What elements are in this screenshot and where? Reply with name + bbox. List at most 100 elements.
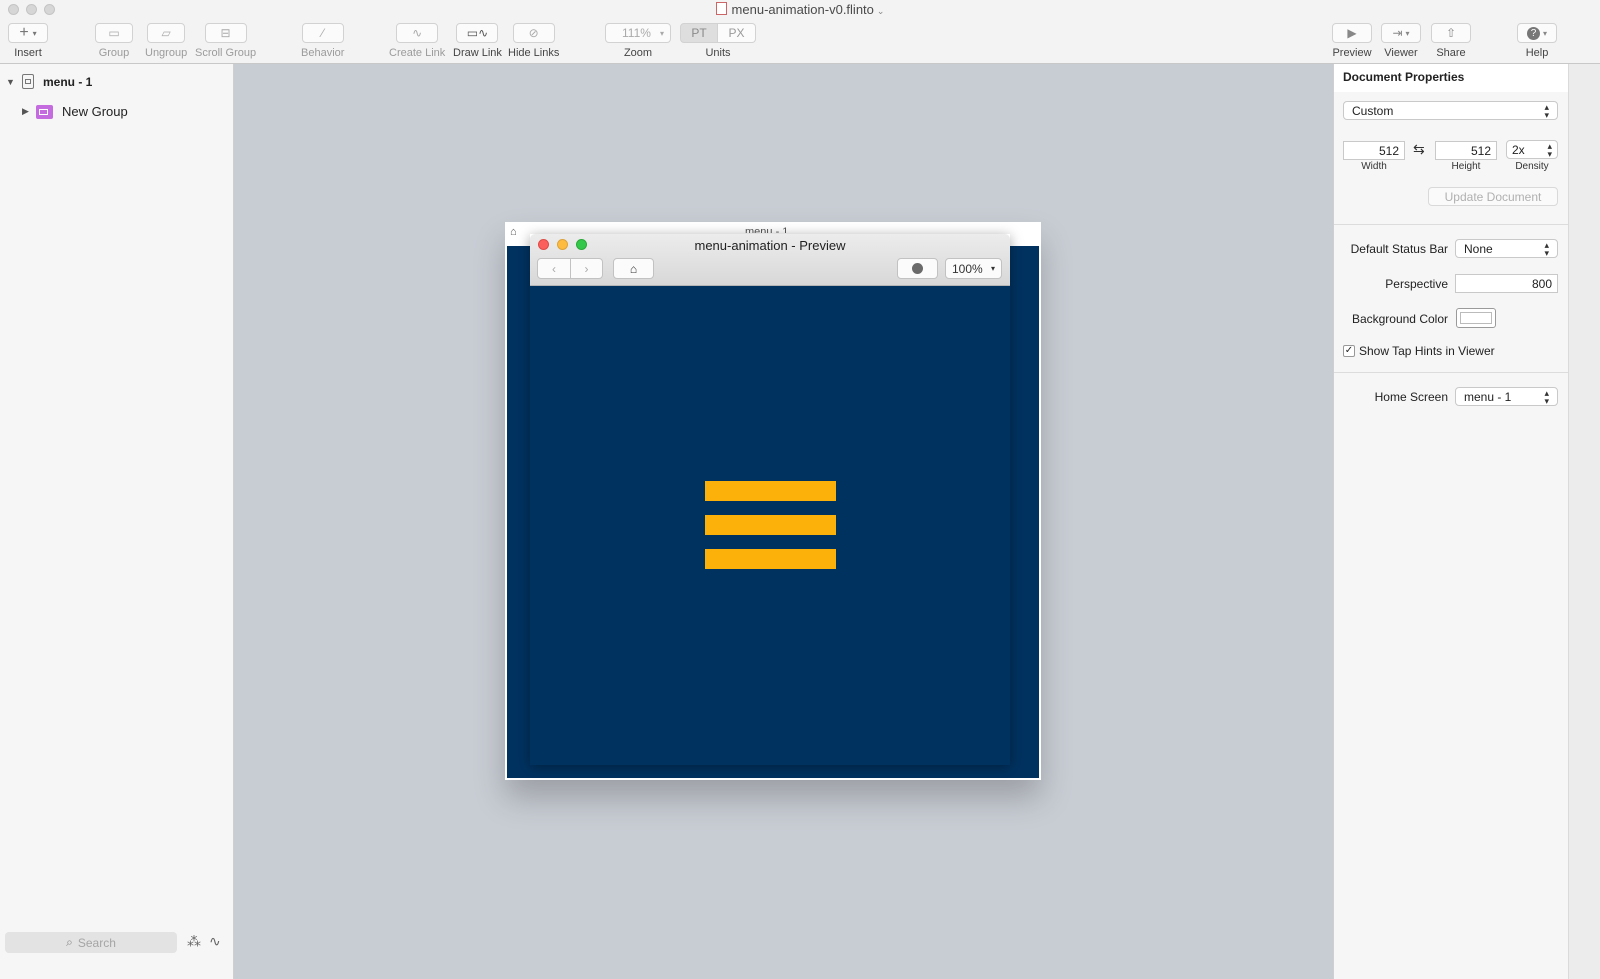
hide-links-button[interactable]: ⊘ [512, 23, 555, 43]
layer-search-input[interactable]: ⌕ Search [5, 932, 177, 953]
viewer-tool[interactable]: ⇥ ▾ Viewer [1381, 23, 1421, 59]
units-px-button[interactable]: PX [718, 23, 756, 43]
preview-back-button[interactable]: ‹ [537, 258, 571, 279]
home-screen-icon: ⌂ [510, 226, 517, 238]
eye-off-icon: ⊘ [528, 26, 539, 40]
disclosure-closed-icon[interactable]: ▶ [22, 106, 34, 117]
preview-forward-button[interactable]: › [570, 258, 603, 279]
zoom-tool[interactable]: 111% ▾ Zoom [605, 23, 671, 59]
share-icon: ⇧ [1445, 26, 1457, 40]
behavior-tool[interactable]: ⁄ Behavior [301, 23, 344, 59]
toolbar: menu-animation-v0.flinto ⌄ + ▾ Insert ▭ Gr… [0, 0, 1600, 64]
units-pt-button[interactable]: PT [680, 23, 718, 43]
chevron-down-icon: ▾ [659, 28, 664, 38]
width-field[interactable]: 512 [1343, 141, 1405, 160]
share-button[interactable]: ⇧ [1431, 23, 1471, 43]
chevron-down-icon: ⌄ [876, 6, 885, 16]
preview-home-button[interactable]: ⌂ [613, 258, 654, 279]
chevron-right-icon: › [584, 261, 589, 276]
updown-arrows-icon: ▴ ▾ [1544, 101, 1549, 120]
share-tool[interactable]: ⇧ Share [1431, 23, 1471, 59]
folder-open-icon: ▱ [161, 26, 171, 40]
draw-link-button[interactable]: ▭∿ [456, 23, 499, 43]
insert-tool[interactable]: + ▾ Insert [8, 23, 48, 59]
updown-arrows-icon: ▴ ▾ [1544, 239, 1549, 258]
behavior-button[interactable]: ⁄ [301, 23, 344, 43]
ungroup-tool[interactable]: ▱ Ungroup [145, 23, 187, 59]
viewer-icon: ⇥ [1392, 26, 1403, 40]
draw-link-tool[interactable]: ▭∿ Draw Link [453, 23, 502, 59]
record-icon [912, 263, 923, 274]
home-icon: ⌂ [629, 261, 638, 276]
wand-icon[interactable]: ⁂ [187, 933, 201, 950]
artboard-name: menu - 1 [745, 226, 789, 233]
chevron-down-icon: ▾ [1542, 28, 1547, 38]
chevron-down-icon: ▾ [32, 28, 37, 38]
scroll-group-icon: ⊟ [220, 26, 231, 40]
create-link-tool[interactable]: ∿ Create Link [389, 23, 445, 59]
window-edge [1568, 64, 1600, 979]
link-icon: ∿ [412, 26, 423, 40]
search-icon: ⌕ [66, 935, 73, 949]
preview-tool[interactable]: ▶ Preview [1332, 23, 1372, 59]
preview-record-button[interactable] [897, 258, 938, 279]
device-preset-select[interactable]: Custom ▴ ▾ [1343, 101, 1558, 120]
update-document-button[interactable]: Update Document [1428, 187, 1558, 206]
folder-icon: ▭ [108, 26, 120, 40]
screen-icon [22, 74, 34, 89]
hamburger-bar-top[interactable] [705, 481, 836, 501]
help-icon: ? [1526, 26, 1540, 40]
layer-row-screen[interactable]: ▼ menu - 1 [6, 74, 92, 89]
updown-arrows-icon: ▴ ▾ [1547, 140, 1552, 159]
scroll-group-button[interactable]: ⊟ [204, 23, 247, 43]
units-segmented-control: PT PX [680, 23, 756, 43]
help-tool[interactable]: ? ▾ Help [1517, 23, 1557, 59]
home-screen-select[interactable]: menu - 1 ▴ ▾ [1455, 387, 1558, 406]
insert-button[interactable]: + ▾ [8, 23, 48, 43]
zoom-select[interactable]: 111% ▾ [605, 23, 671, 43]
chevron-down-icon: ▾ [990, 264, 995, 273]
status-bar-select[interactable]: None ▴ ▾ [1455, 239, 1558, 258]
help-button[interactable]: ? ▾ [1517, 23, 1557, 43]
units-tool: PT PX Units [680, 23, 756, 59]
preview-screen[interactable] [530, 286, 1010, 765]
tap-hints-checkbox[interactable]: ✓ [1343, 345, 1355, 357]
group-tool[interactable]: ▭ Group [95, 23, 133, 59]
hide-links-tool[interactable]: ⊘ Hide Links [508, 23, 559, 59]
plus-icon: + [19, 24, 29, 41]
preview-button[interactable]: ▶ [1332, 23, 1372, 43]
ungroup-button[interactable]: ▱ [147, 23, 186, 43]
disclosure-open-icon[interactable]: ▼ [6, 77, 18, 87]
preview-window: menu-animation - Preview ‹ › ⌂ 100% ▾ [530, 234, 1010, 765]
height-field[interactable]: 512 [1435, 141, 1497, 160]
preview-title: menu-animation - Preview [694, 238, 846, 253]
chevron-left-icon: ‹ [552, 261, 556, 276]
hamburger-bar-bottom[interactable] [705, 549, 836, 569]
group-layer-icon [36, 104, 53, 119]
preview-zoom-select[interactable]: 100% ▾ [945, 258, 1002, 279]
draw-link-icon: ▭∿ [466, 26, 489, 40]
density-select[interactable]: 2x ▴ ▾ [1506, 140, 1558, 159]
create-link-button[interactable]: ∿ [396, 23, 439, 43]
perspective-field[interactable]: 800 [1455, 274, 1558, 293]
link-icon[interactable]: ∿ [209, 933, 221, 950]
background-color-well[interactable] [1456, 308, 1496, 328]
viewer-button[interactable]: ⇥ ▾ [1381, 23, 1421, 43]
wand-icon: ⁄ [321, 26, 324, 40]
layers-panel: ▼ menu - 1 ▶ New Group ⌕ Search ⁂ ∿ [0, 64, 234, 979]
preview-toolbar: menu-animation - Preview ‹ › ⌂ 100% ▾ [530, 234, 1010, 286]
swap-dimensions-icon[interactable]: ⇆ [1413, 141, 1425, 158]
group-button[interactable]: ▭ [95, 23, 133, 43]
document-title[interactable]: menu-animation-v0.flinto ⌄ [0, 2, 1600, 17]
document-file-icon [715, 2, 727, 15]
divider [1334, 372, 1568, 373]
divider [1334, 224, 1568, 225]
chevron-down-icon: ▾ [1405, 28, 1410, 38]
layer-row-group[interactable]: ▶ New Group [22, 104, 128, 119]
scroll-group-tool[interactable]: ⊟ Scroll Group [195, 23, 256, 59]
inspector-panel: Document Properties Custom ▴ ▾ 512 Width … [1333, 64, 1568, 979]
updown-arrows-icon: ▴ ▾ [1544, 387, 1549, 406]
hamburger-bar-middle[interactable] [705, 515, 836, 535]
play-icon: ▶ [1347, 26, 1357, 40]
inspector-title: Document Properties [1334, 64, 1568, 92]
